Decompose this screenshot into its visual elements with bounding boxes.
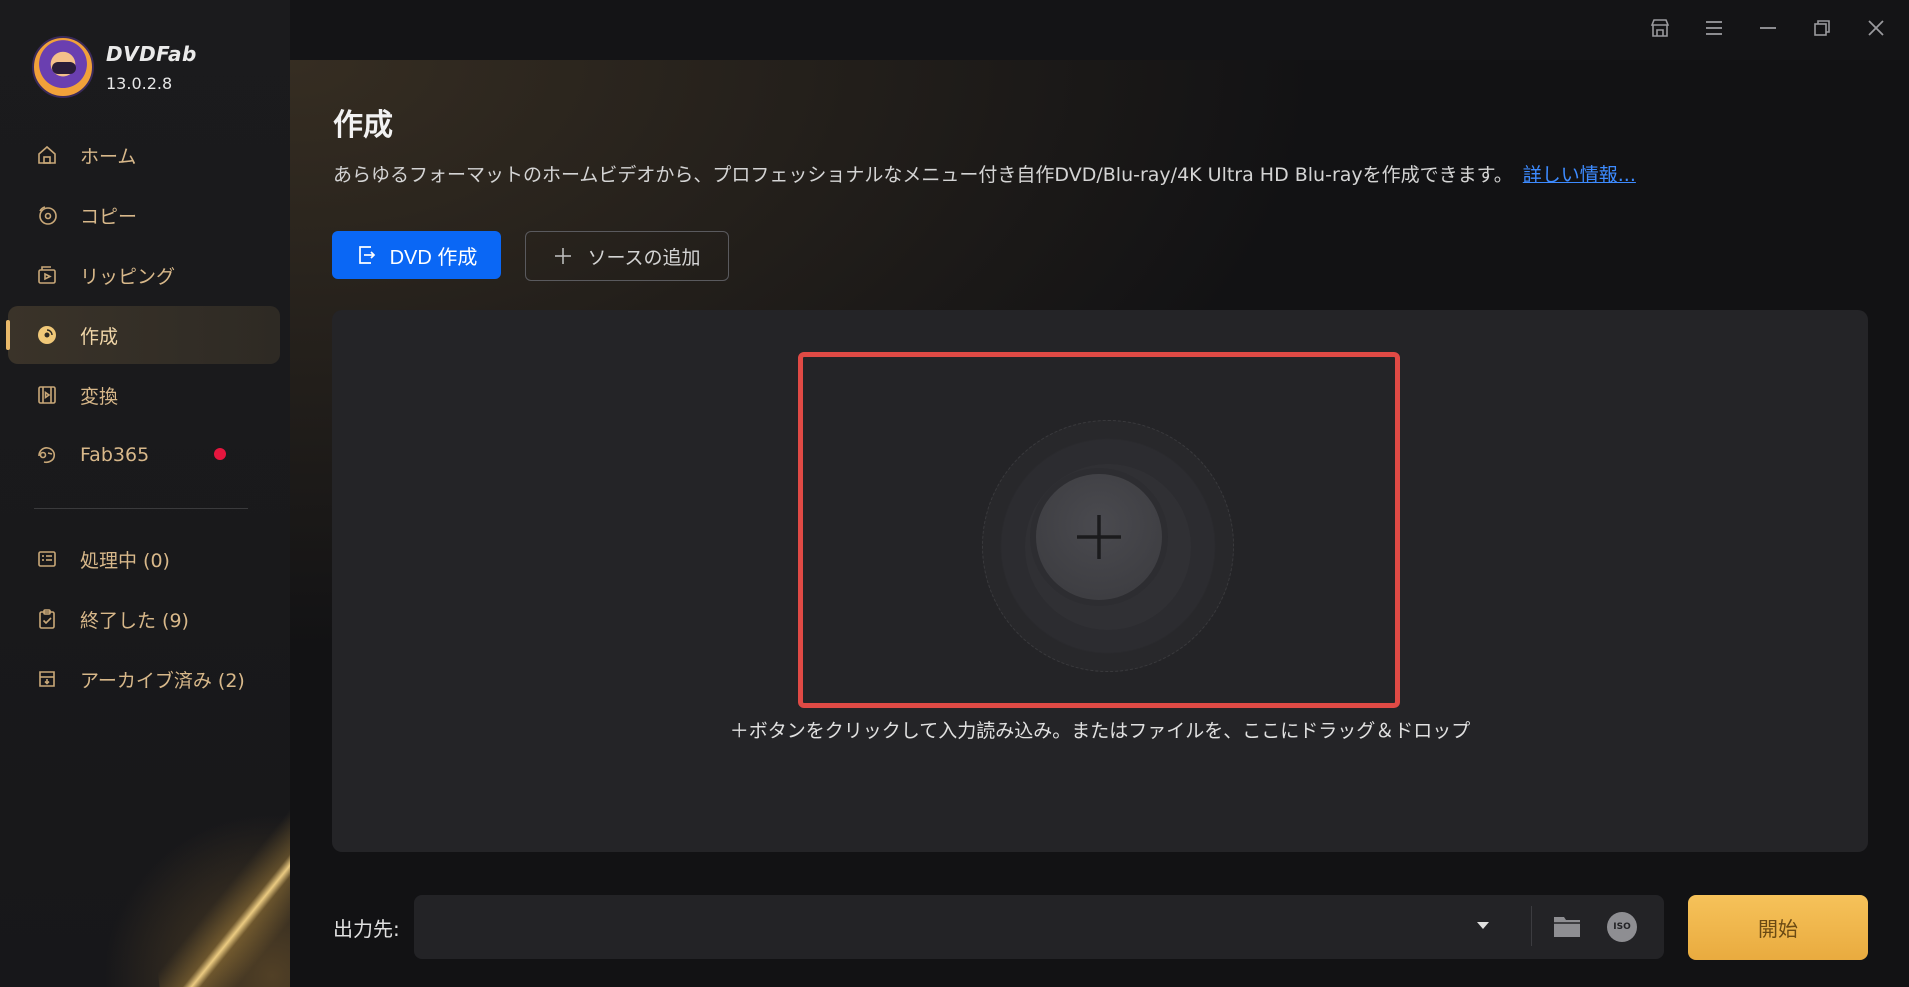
copy-disc-icon — [34, 202, 60, 228]
sidebar-item-home[interactable]: ホーム — [8, 126, 280, 184]
page-title: 作成 — [333, 108, 393, 143]
sidebar-item-label: アーカイブ済み (2) — [80, 669, 245, 692]
plus-icon — [553, 246, 573, 266]
dvd-create-label: DVD 作成 — [389, 246, 478, 269]
sidebar-item-label: 作成 — [80, 325, 119, 348]
archive-box-icon — [34, 666, 60, 692]
sidebar-item-label: コピー — [80, 205, 138, 228]
add-source-button[interactable]: ソースの追加 — [525, 231, 729, 281]
sidebar-item-processing[interactable]: 処理中 (0) — [8, 530, 280, 588]
sidebar-item-label: ホーム — [80, 145, 137, 168]
folder-icon[interactable] — [1552, 912, 1582, 944]
film-icon — [34, 382, 60, 408]
sidebar-item-archived[interactable]: アーカイブ済み (2) — [8, 650, 280, 708]
notification-badge — [214, 448, 226, 460]
home-icon — [34, 142, 60, 168]
sidebar-item-label: 終了した (9) — [80, 609, 189, 632]
sidebar-item-fab365[interactable]: Fab365 — [8, 426, 280, 484]
iso-icon[interactable]: ISO — [1607, 912, 1637, 942]
sidebar-item-label: 変換 — [80, 385, 119, 408]
sidebar-item-ripping[interactable]: リッピング — [8, 246, 280, 304]
processing-list-icon — [34, 546, 60, 572]
app-version: 13.0.2.8 — [106, 73, 173, 93]
output-label: 出力先: — [333, 917, 400, 941]
shop-icon[interactable] — [1646, 14, 1674, 42]
create-disc-icon — [34, 322, 60, 348]
title-bar — [290, 0, 1909, 60]
add-file-button[interactable] — [1036, 474, 1162, 600]
ripping-icon — [34, 262, 60, 288]
sidebar-item-convert[interactable]: 変換 — [8, 366, 280, 424]
sidebar: DVDFab 13.0.2.8 ホーム コピー リッピング 作成 変換 Fab3… — [0, 0, 290, 987]
dvd-create-button[interactable]: DVD 作成 — [332, 231, 501, 279]
finished-clipboard-icon — [34, 606, 60, 632]
queue-nav: 処理中 (0) 終了した (9) アーカイブ済み (2) — [8, 530, 280, 710]
sidebar-light-streak — [137, 748, 290, 987]
sidebar-item-copy[interactable]: コピー — [8, 186, 280, 244]
start-button[interactable]: 開始 — [1688, 895, 1868, 960]
sidebar-item-create[interactable]: 作成 — [6, 306, 280, 364]
dvdfab-logo-icon — [32, 36, 94, 98]
sidebar-item-finished[interactable]: 終了した (9) — [8, 590, 280, 648]
description-text: あらゆるフォーマットのホームビデオから、プロフェッショナルなメニュー付き自作DV… — [333, 164, 1513, 186]
add-source-label: ソースの追加 — [587, 247, 701, 269]
output-separator — [1531, 906, 1532, 946]
brand-name: DVDFab — [106, 41, 197, 66]
dvd-create-icon — [356, 244, 378, 266]
sidebar-item-label: 処理中 (0) — [80, 549, 170, 572]
more-info-link[interactable]: 詳しい情報... — [1523, 164, 1636, 186]
plus-icon — [1077, 515, 1121, 559]
restore-icon[interactable] — [1808, 14, 1836, 42]
brand: DVDFab 13.0.2.8 — [32, 36, 197, 98]
drop-hint: ＋ボタンをクリックして入力読み込み。またはファイルを、ここにドラッグ＆ドロップ — [729, 720, 1471, 742]
sidebar-divider — [34, 508, 248, 509]
sidebar-item-label: Fab365 — [80, 444, 150, 466]
fab365-icon — [34, 442, 60, 468]
minimize-icon[interactable] — [1754, 14, 1782, 42]
dropdown-caret-icon[interactable] — [1474, 916, 1492, 938]
page-description: あらゆるフォーマットのホームビデオから、プロフェッショナルなメニュー付き自作DV… — [333, 160, 1636, 187]
menu-icon[interactable] — [1700, 14, 1728, 42]
sidebar-item-label: リッピング — [80, 265, 176, 288]
close-icon[interactable] — [1862, 14, 1890, 42]
main-nav: ホーム コピー リッピング 作成 変換 Fab365 — [6, 126, 280, 486]
